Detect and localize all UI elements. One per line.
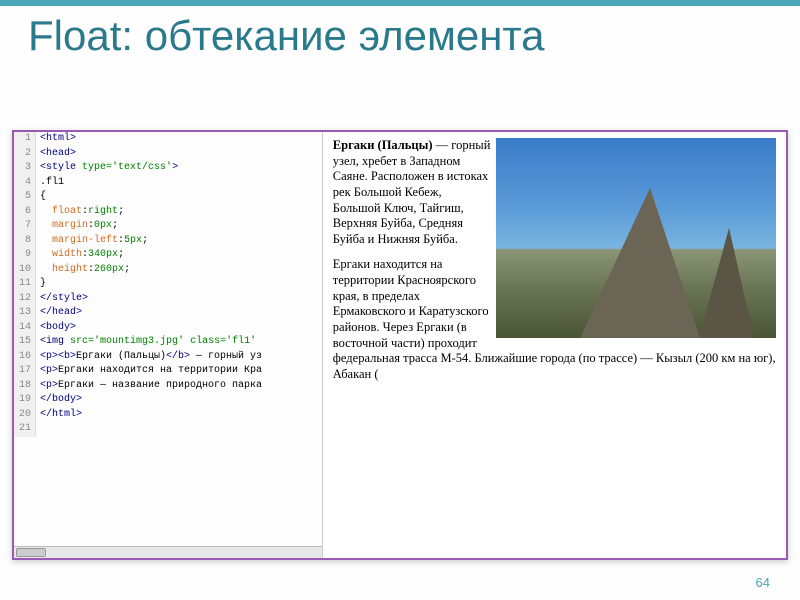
line-number: 1 xyxy=(14,132,36,147)
code-line: 16<p><b>Ергаки (Пальцы)</b> — горный уз xyxy=(14,350,322,365)
preview-bold-title: Ергаки (Пальцы) xyxy=(333,138,433,152)
code-text: </html> xyxy=(36,408,82,423)
code-line: 2<head> xyxy=(14,147,322,162)
line-number: 11 xyxy=(14,277,36,292)
line-number: 14 xyxy=(14,321,36,336)
code-line: 12</style> xyxy=(14,292,322,307)
line-number: 4 xyxy=(14,176,36,191)
example-container: 1<html>2<head>3<style type='text/css'>4.… xyxy=(12,130,788,560)
code-text: </style> xyxy=(36,292,88,307)
line-number: 9 xyxy=(14,248,36,263)
code-text: <html> xyxy=(36,132,76,147)
code-editor-panel: 1<html>2<head>3<style type='text/css'>4.… xyxy=(14,132,323,558)
code-text: width:340px; xyxy=(36,248,124,263)
code-text: <img src='mountimg3.jpg' class='fl1' xyxy=(36,335,256,350)
code-text: <style type='text/css'> xyxy=(36,161,178,176)
code-text: <head> xyxy=(36,147,76,162)
code-text: .fl1 xyxy=(36,176,64,191)
code-text: <p>Ергаки находится на территории Кра xyxy=(36,364,262,379)
line-number: 21 xyxy=(14,422,36,437)
preview-p1-text: — горный узел, хребет в Западном Саяне. … xyxy=(333,138,491,246)
code-line: 8 margin-left:5px; xyxy=(14,234,322,249)
code-line: 14<body> xyxy=(14,321,322,336)
line-number: 2 xyxy=(14,147,36,162)
code-line: 3<style type='text/css'> xyxy=(14,161,322,176)
code-line: 10 height:260px; xyxy=(14,263,322,278)
code-text: height:260px; xyxy=(36,263,130,278)
code-text: margin:0px; xyxy=(36,219,118,234)
code-text: float:right; xyxy=(36,205,124,220)
line-number: 18 xyxy=(14,379,36,394)
code-line: 5{ xyxy=(14,190,322,205)
code-text: { xyxy=(36,190,46,205)
scroll-thumb[interactable] xyxy=(16,548,46,557)
code-line: 7 margin:0px; xyxy=(14,219,322,234)
line-number: 16 xyxy=(14,350,36,365)
line-number: 17 xyxy=(14,364,36,379)
code-line: 13</head> xyxy=(14,306,322,321)
code-line: 9 width:340px; xyxy=(14,248,322,263)
code-line: 21 xyxy=(14,422,322,437)
code-text: </body> xyxy=(36,393,82,408)
line-number: 19 xyxy=(14,393,36,408)
code-line: 17<p>Ергаки находится на территории Кра xyxy=(14,364,322,379)
line-number: 3 xyxy=(14,161,36,176)
code-line: 11} xyxy=(14,277,322,292)
horizontal-scrollbar[interactable] xyxy=(14,546,322,558)
line-number: 8 xyxy=(14,234,36,249)
code-line: 18<p>Ергаки — название природного парка xyxy=(14,379,322,394)
code-line: 15<img src='mountimg3.jpg' class='fl1' xyxy=(14,335,322,350)
line-number: 10 xyxy=(14,263,36,278)
line-number: 5 xyxy=(14,190,36,205)
browser-preview-panel: Ергаки (Пальцы) — горный узел, хребет в … xyxy=(323,132,786,558)
line-number: 6 xyxy=(14,205,36,220)
code-text: </head> xyxy=(36,306,82,321)
code-text: margin-left:5px; xyxy=(36,234,148,249)
code-text: } xyxy=(36,277,46,292)
line-number: 15 xyxy=(14,335,36,350)
code-text: <p>Ергаки — название природного парка xyxy=(36,379,262,394)
code-line: 4.fl1 xyxy=(14,176,322,191)
code-line: 20</html> xyxy=(14,408,322,423)
line-number: 13 xyxy=(14,306,36,321)
slide-title: Float: обтекание элемента xyxy=(0,0,800,58)
code-text: <p><b>Ергаки (Пальцы)</b> — горный уз xyxy=(36,350,262,365)
line-number: 20 xyxy=(14,408,36,423)
page-number: 64 xyxy=(756,575,770,590)
code-text: <body> xyxy=(36,321,76,336)
code-line: 1<html> xyxy=(14,132,322,147)
line-number: 12 xyxy=(14,292,36,307)
code-text xyxy=(36,422,40,437)
code-line: 6 float:right; xyxy=(14,205,322,220)
line-number: 7 xyxy=(14,219,36,234)
mountain-image xyxy=(496,138,776,338)
code-line: 19</body> xyxy=(14,393,322,408)
